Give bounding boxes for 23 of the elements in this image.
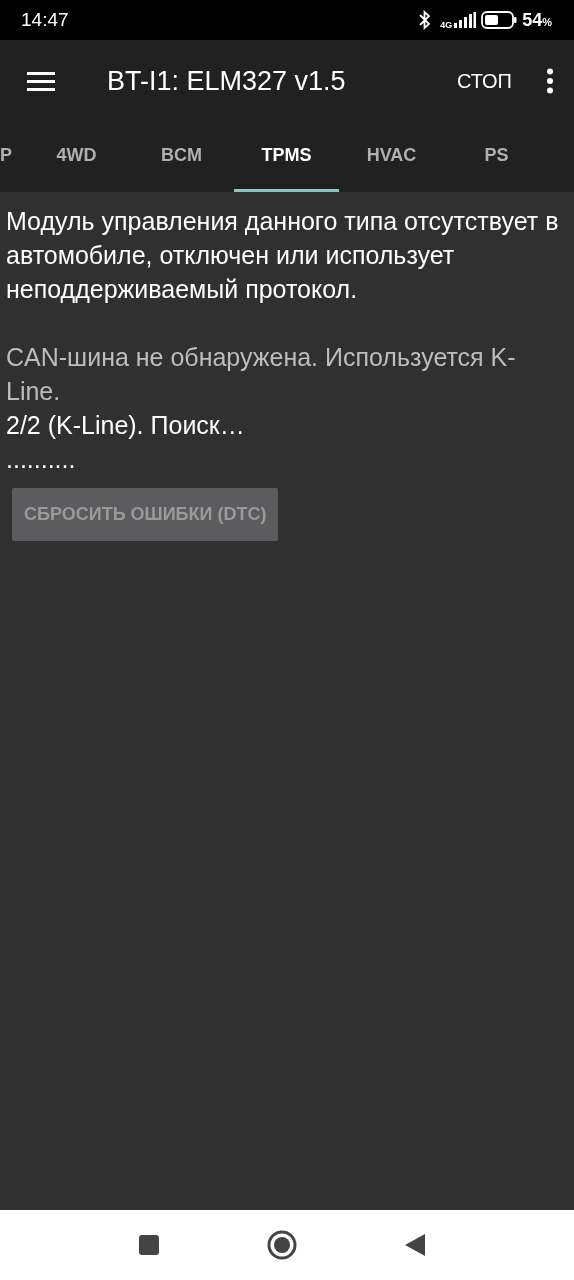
- status-message: ..........: [6, 444, 77, 475]
- status-message: 2/2 (K-Line). Поиск…: [6, 410, 246, 441]
- tab[interactable]: BCM: [129, 122, 234, 192]
- battery-percent: 54%: [522, 9, 552, 31]
- app-title: BT-I1: ELM327 v1.5: [107, 65, 347, 97]
- tab[interactable]: P: [0, 122, 24, 192]
- more-options-icon[interactable]: [546, 68, 554, 94]
- back-icon[interactable]: [404, 1233, 426, 1257]
- network-label: 4G: [440, 19, 453, 30]
- tab[interactable]: HVAC: [339, 122, 444, 192]
- battery-icon: [481, 11, 518, 29]
- bluetooth-icon: [419, 10, 432, 30]
- status-message: CAN-шина не обнаружена. Используется K-Line.: [6, 342, 517, 407]
- signal-icon: [454, 12, 477, 28]
- tab[interactable]: TPMS: [234, 122, 339, 192]
- tab[interactable]: 4WD: [24, 122, 129, 192]
- clock: 14:47: [21, 9, 69, 31]
- home-icon[interactable]: [266, 1229, 298, 1261]
- tab[interactable]: PS: [444, 122, 549, 192]
- recents-icon[interactable]: [138, 1234, 160, 1256]
- stop-button[interactable]: СТОП: [450, 61, 518, 101]
- menu-icon[interactable]: [27, 71, 55, 91]
- status-message: Модуль управления данного типа отсутствует в автомобиле, отключен или использует неподдерживаемый протокол.: [6, 206, 560, 305]
